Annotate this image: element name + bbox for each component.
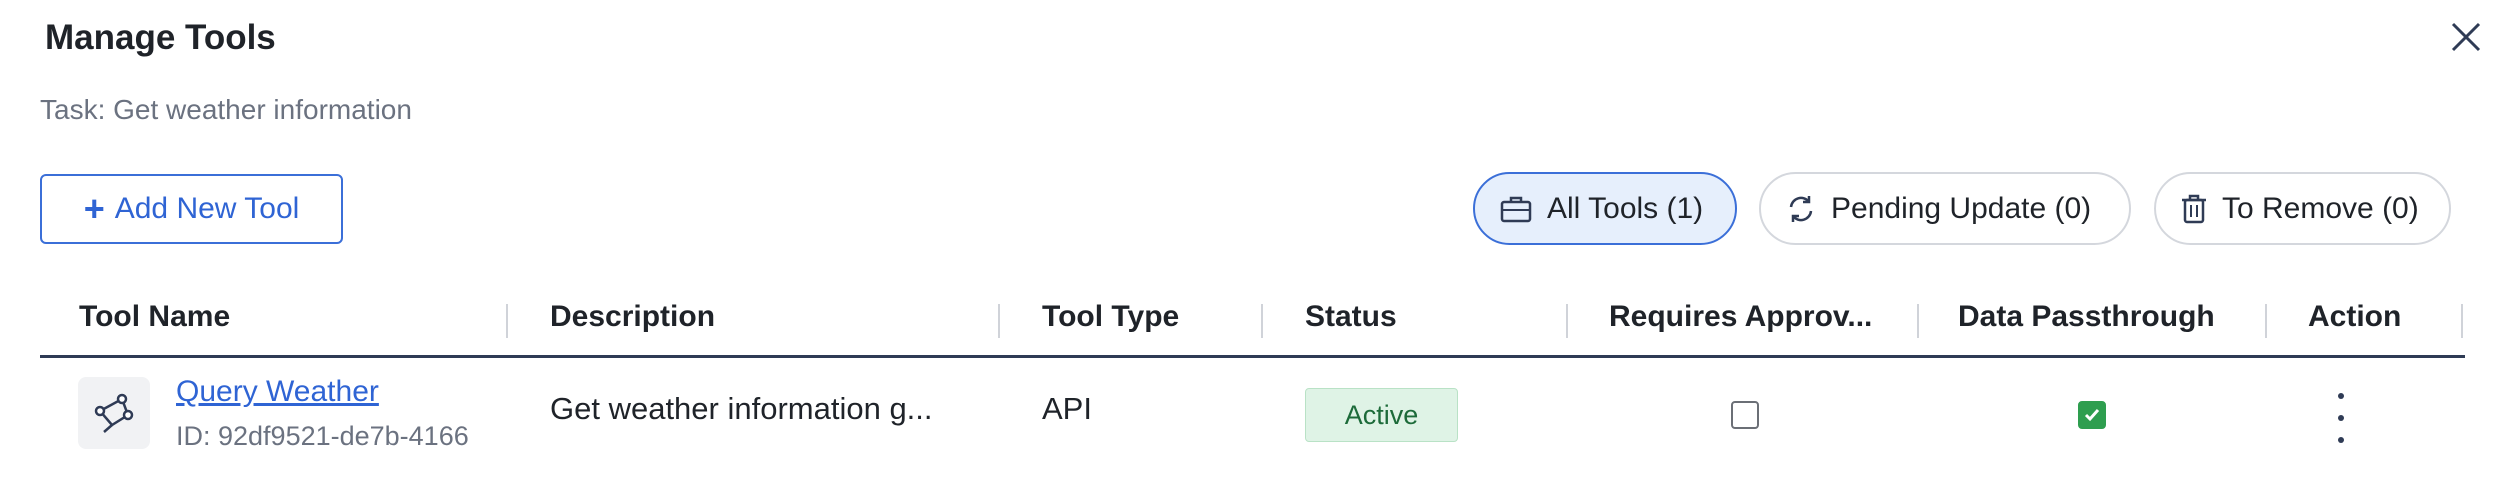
column-header-requires-approval[interactable]: Requires Approv... — [1609, 300, 1872, 334]
filter-all-tools-label: All Tools (1) — [1547, 191, 1704, 225]
filter-to-remove-label: To Remove (0) — [2222, 191, 2419, 225]
status-badge: Active — [1305, 388, 1458, 442]
column-resize-handle[interactable] — [998, 304, 1000, 338]
filter-all-tools[interactable]: All Tools (1) — [1473, 172, 1737, 245]
table-header: Tool Name Description Tool Type Status R… — [40, 290, 2465, 358]
add-new-tool-label: Add New Tool — [114, 192, 300, 225]
requires-approval-checkbox[interactable] — [1731, 401, 1759, 429]
trash-icon — [2182, 194, 2206, 223]
column-resize-handle[interactable] — [1261, 304, 1263, 338]
add-new-tool-button[interactable]: + Add New Tool — [40, 174, 343, 244]
refresh-icon — [1789, 195, 1813, 222]
column-resize-handle[interactable] — [1917, 304, 1919, 338]
briefcase-icon — [1500, 196, 1532, 222]
column-header-data-passthrough[interactable]: Data Passthrough — [1958, 300, 2215, 334]
column-resize-handle[interactable] — [506, 304, 508, 338]
column-resize-handle[interactable] — [1566, 304, 1568, 338]
checkmark-icon — [2084, 409, 2100, 422]
data-passthrough-checkbox[interactable] — [2078, 401, 2106, 429]
plus-icon: + — [83, 188, 105, 229]
column-header-description[interactable]: Description — [550, 300, 715, 334]
column-header-action[interactable]: Action — [2308, 300, 2401, 334]
column-header-tool-type[interactable]: Tool Type — [1042, 300, 1179, 334]
tool-name-link[interactable]: Query Weather — [176, 375, 379, 409]
filter-to-remove[interactable]: To Remove (0) — [2154, 172, 2451, 245]
tool-type: API — [1042, 391, 1092, 426]
row-actions-menu-icon[interactable] — [2329, 393, 2353, 443]
close-icon[interactable] — [2447, 18, 2485, 56]
table-row: Query Weather ID: 92df9521-de7b-4166 Get… — [40, 361, 2465, 480]
tool-node-icon — [78, 377, 150, 449]
filter-pending-update-label: Pending Update (0) — [1831, 191, 2092, 225]
column-resize-handle[interactable] — [2265, 304, 2267, 338]
dialog-title: Manage Tools — [45, 18, 276, 57]
filter-pending-update[interactable]: Pending Update (0) — [1759, 172, 2131, 245]
tool-description: Get weather information g... — [550, 391, 933, 426]
task-subtitle: Task: Get weather information — [40, 94, 412, 125]
column-header-status[interactable]: Status — [1305, 300, 1397, 334]
tool-id: ID: 92df9521-de7b-4166 — [176, 421, 469, 451]
column-header-tool-name[interactable]: Tool Name — [79, 300, 230, 334]
column-resize-handle[interactable] — [2461, 304, 2463, 338]
